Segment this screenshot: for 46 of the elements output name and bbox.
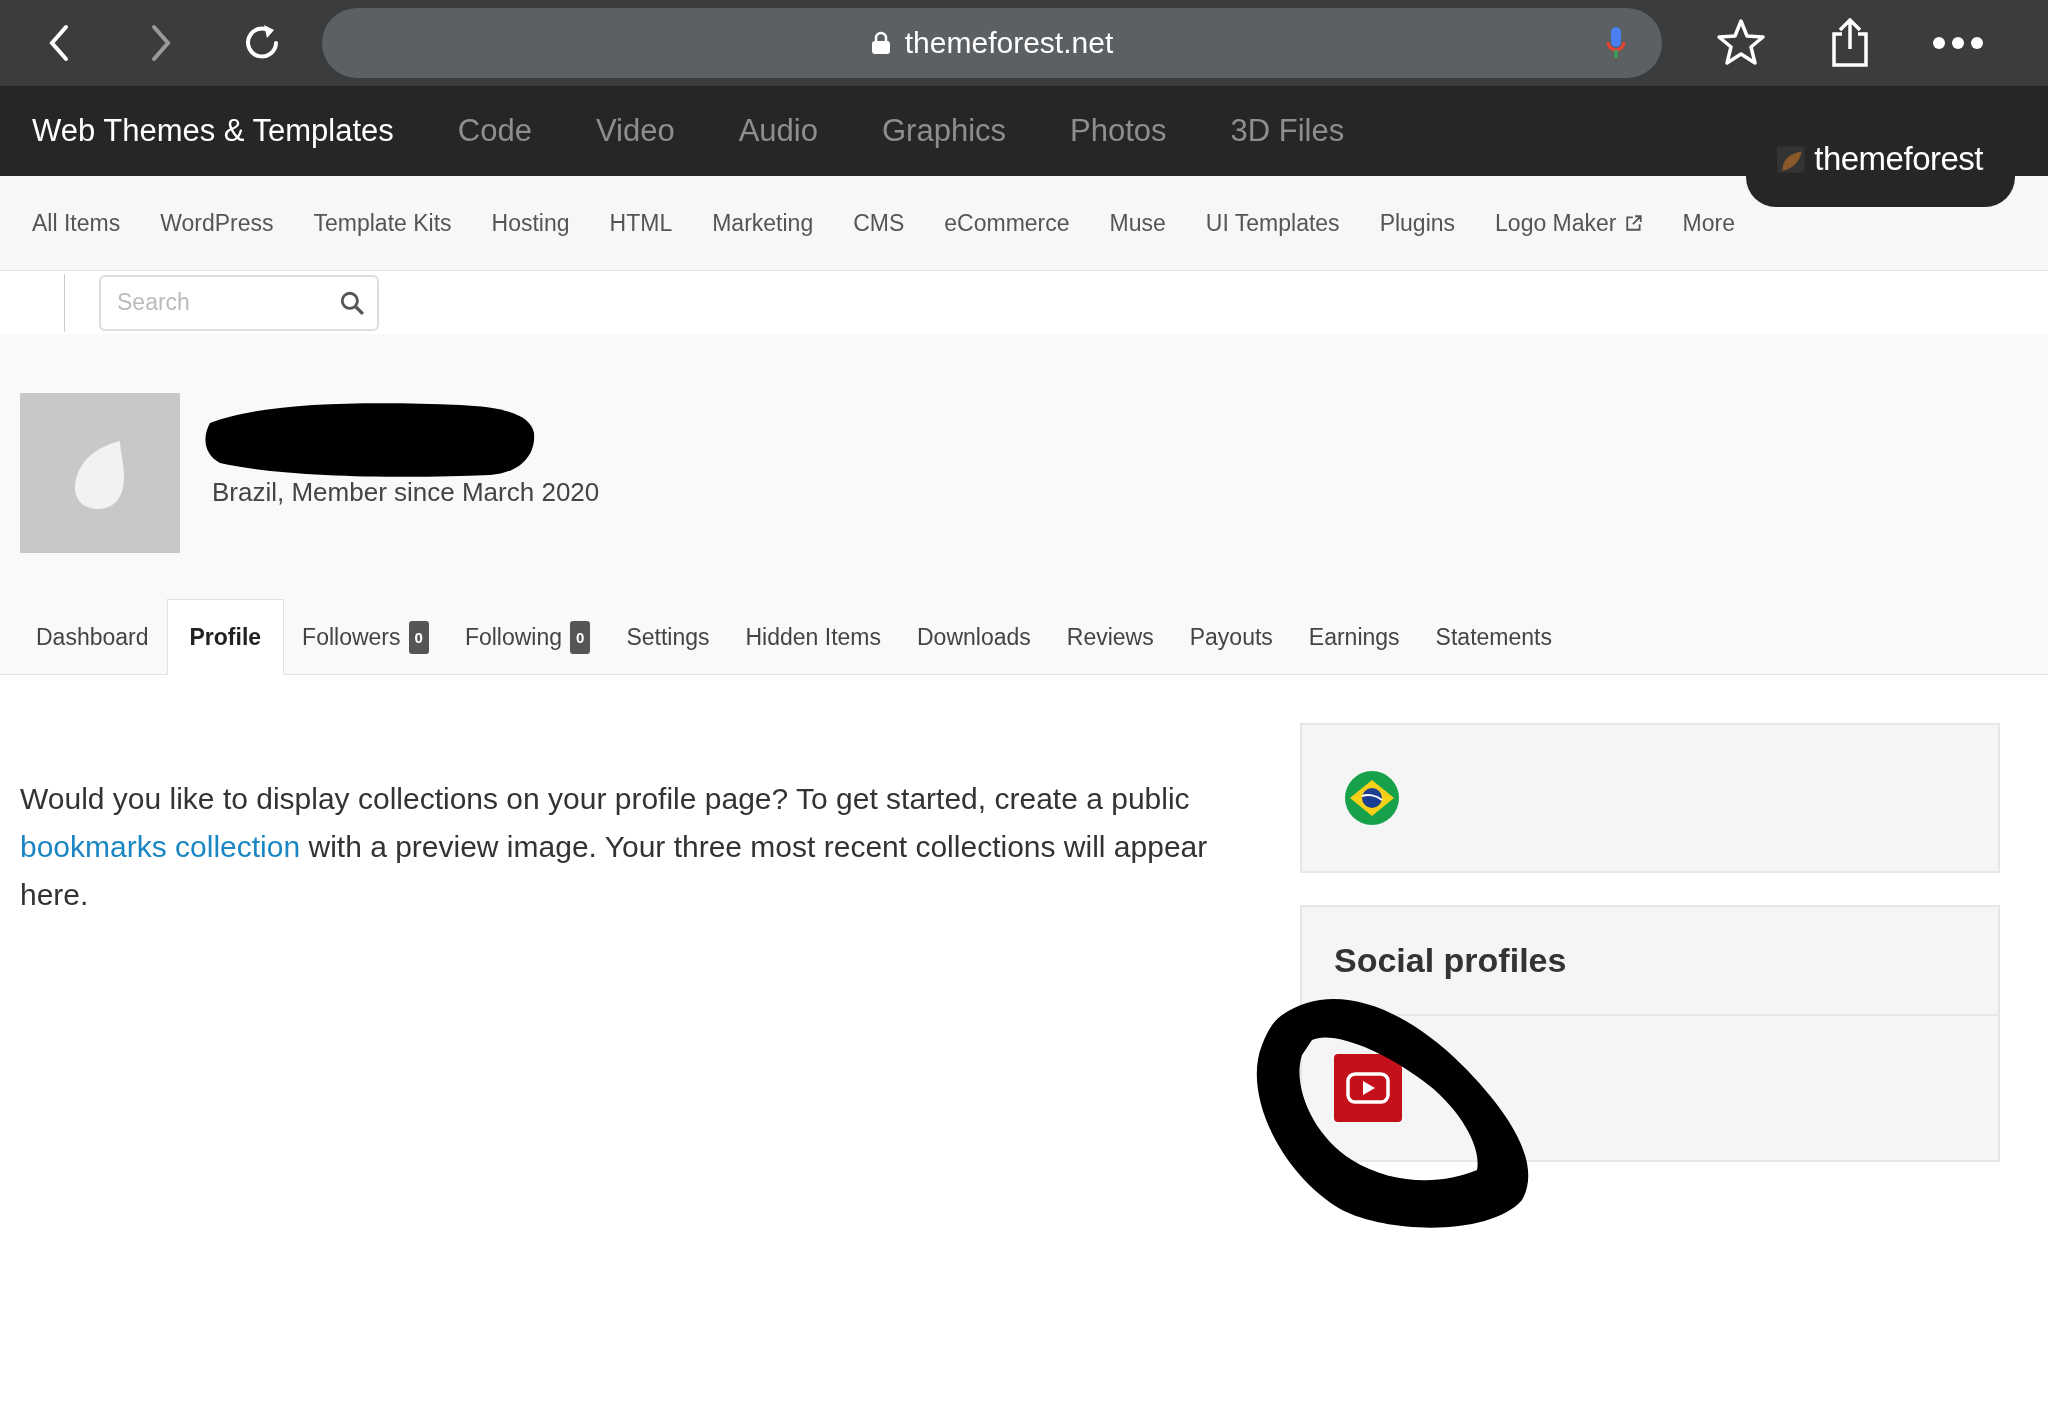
flag-icon bbox=[1344, 770, 1400, 826]
count-badge: 0 bbox=[570, 620, 591, 654]
subcategory-link[interactable]: Muse bbox=[1109, 209, 1166, 237]
more-icon[interactable] bbox=[1932, 36, 1984, 50]
subcategory-link[interactable]: WordPress bbox=[160, 209, 274, 237]
category-link[interactable]: Audio bbox=[738, 113, 818, 149]
lock-icon bbox=[870, 31, 891, 55]
url-text: themeforest.net bbox=[904, 26, 1114, 60]
video-play-icon[interactable] bbox=[1334, 1054, 1402, 1122]
collections-message: Would you like to display collections on your profile page? To get started, create a public bookmarks collection with a preview image. Your three most recent collections will appear here. bbox=[20, 781, 1209, 913]
subcategory-link[interactable]: CMS bbox=[853, 209, 905, 237]
search-icon[interactable] bbox=[339, 289, 365, 316]
subcategory-link[interactable]: Plugins bbox=[1379, 209, 1456, 237]
bookmarks-link[interactable]: bookmarks collection bbox=[20, 830, 301, 863]
bookmark-star-icon[interactable] bbox=[1716, 18, 1766, 68]
profile-tab[interactable]: Reviews bbox=[1048, 599, 1172, 675]
subcategory-link[interactable]: HTML bbox=[609, 209, 673, 237]
member-info: Brazil, Member since March 2020 bbox=[212, 477, 600, 508]
profile-tab[interactable]: Earnings bbox=[1290, 599, 1418, 675]
count-badge: 0 bbox=[408, 620, 429, 654]
subcategory-link[interactable]: More bbox=[1682, 209, 1735, 237]
subcategory-link[interactable]: Hosting bbox=[491, 209, 570, 237]
subcategory-link[interactable]: Logo Maker bbox=[1495, 209, 1643, 237]
profile-tab[interactable]: Following 0 bbox=[446, 599, 609, 675]
subcategory-link[interactable]: All Items bbox=[32, 209, 121, 237]
profile-tab[interactable]: Hidden Items bbox=[727, 599, 899, 675]
logo-text: themeforest bbox=[1814, 140, 1983, 178]
profile-tab[interactable]: Settings bbox=[608, 599, 728, 675]
category-link[interactable]: Code bbox=[457, 113, 532, 149]
category-link[interactable]: 3D Files bbox=[1230, 113, 1345, 149]
category-link[interactable]: Web Themes & Templates bbox=[32, 113, 394, 149]
profile-tab[interactable]: Dashboard bbox=[18, 599, 167, 675]
profile-tab[interactable]: Profile bbox=[166, 599, 285, 675]
category-link[interactable]: Video bbox=[595, 113, 675, 149]
search-field[interactable]: Search bbox=[99, 274, 379, 331]
category-link[interactable]: Graphics bbox=[882, 113, 1007, 149]
address-bar[interactable]: themeforest.net bbox=[322, 8, 1662, 78]
subcategory-link[interactable]: Template Kits bbox=[313, 209, 452, 237]
subcategory-link[interactable]: eCommerce bbox=[944, 209, 1070, 237]
subcategory-link[interactable]: UI Templates bbox=[1205, 209, 1340, 237]
profile-tab[interactable]: Downloads bbox=[899, 599, 1049, 675]
profile-tab[interactable]: Payouts bbox=[1171, 599, 1291, 675]
subcategory-link[interactable]: Marketing bbox=[712, 209, 814, 237]
profile-tab[interactable]: Followers 0 bbox=[284, 599, 447, 675]
profile-tab[interactable]: Statements bbox=[1417, 599, 1570, 675]
category-link[interactable]: Photos bbox=[1070, 113, 1167, 149]
